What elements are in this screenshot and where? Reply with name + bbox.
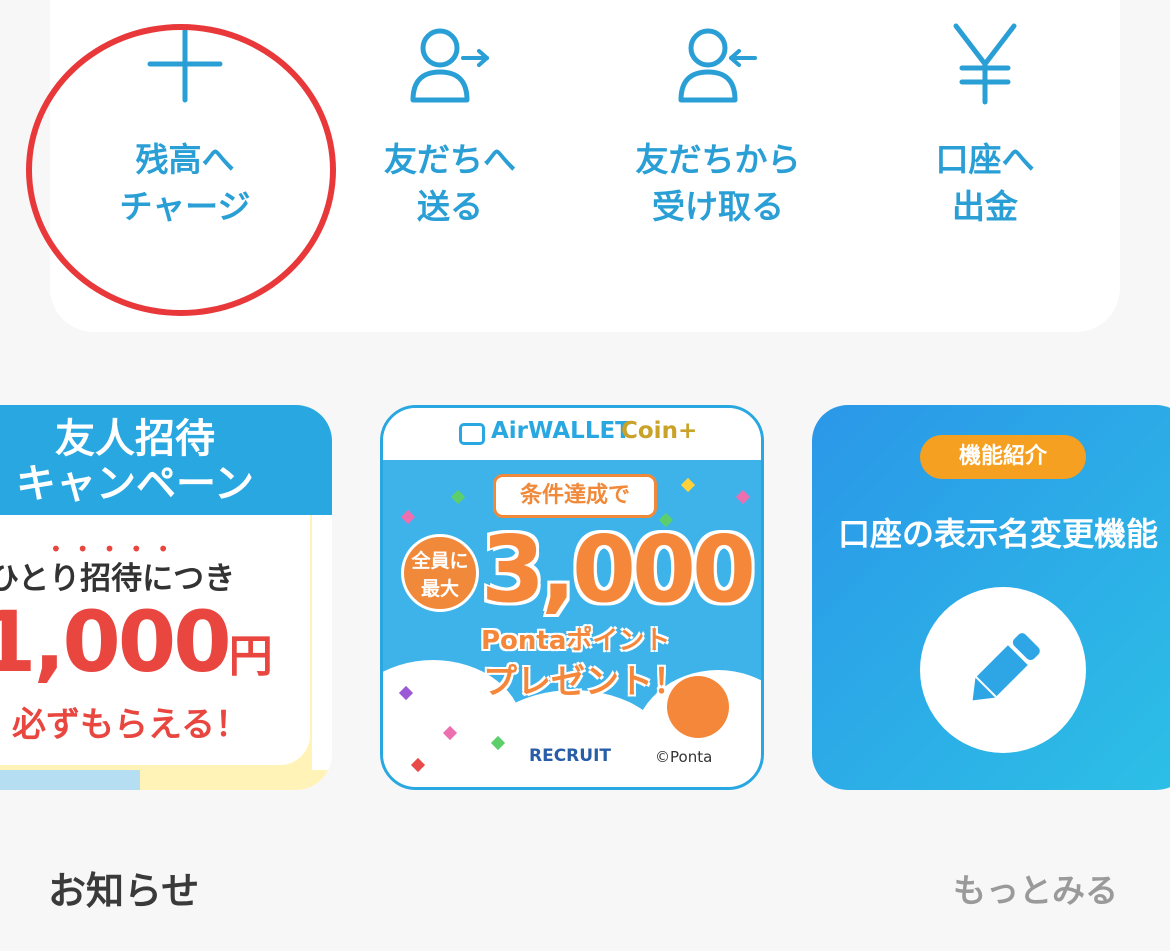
receive-from-friend-button[interactable]: 友だちから 受け取る <box>583 20 853 230</box>
withdraw-to-bank-label: 口座へ 出金 <box>935 140 1035 226</box>
plus-icon <box>147 25 223 103</box>
recruit-logo-text: RECRUIT <box>529 746 611 766</box>
confetti <box>735 489 751 505</box>
confetti <box>400 509 416 525</box>
feature-title: 口座の表示名変更機能 <box>838 515 1159 553</box>
ponta-campaign-banner[interactable]: AirWALLET Coin+ 条件達成で 全員に 最大 3,000 Ponta… <box>380 405 764 790</box>
invite-campaign-banner[interactable]: 友人招待 キャンペーン ••••• ひとり招待につき 1,000円 必ずもらえる… <box>0 405 332 790</box>
news-section-title: お知らせ <box>48 869 200 913</box>
confetti <box>680 477 696 493</box>
invite-banner-inner: ••••• ひとり招待につき 1,000円 必ずもらえる！ <box>0 515 310 765</box>
feature-tag: 機能紹介 <box>920 435 1086 479</box>
receive-from-friend-label: 友だちから 受け取る <box>635 140 801 226</box>
ponta-banner-brandbar: AirWALLET Coin+ <box>383 408 761 460</box>
invite-guarantee-text: 必ずもらえる！ <box>12 705 249 745</box>
send-user-icon <box>410 28 489 103</box>
invite-banner-strip-blue <box>0 770 140 790</box>
invite-banner-strip-yellow <box>140 770 332 790</box>
ponta-points-label: Pontaポイント <box>481 626 671 656</box>
present-label: プレゼント！ <box>483 662 687 702</box>
invite-banner-header: 友人招待 キャンペーン <box>0 405 332 515</box>
invite-banner-title: 友人招待 キャンペーン <box>16 416 254 507</box>
airwallet-logo-text: AirWALLET <box>491 418 631 444</box>
charge-balance-button[interactable]: 残高へ チャージ <box>50 20 320 230</box>
send-to-friend-label: 友だちへ 送る <box>384 140 516 226</box>
invite-amount: 1,000円 <box>0 593 273 691</box>
quick-actions-card: 残高へ チャージ 友だちへ 送る 友だちから 受け取る 口座へ 出金 <box>50 0 1120 332</box>
max-badge: 全員に 最大 <box>401 534 479 612</box>
ponta-mascot-icon <box>667 676 729 738</box>
wallet-icon <box>459 423 485 445</box>
ponta-points-amount: 3,000 <box>481 516 756 623</box>
feature-intro-banner[interactable]: 機能紹介 口座の表示名変更機能 <box>812 405 1170 790</box>
confetti <box>450 489 466 505</box>
invite-per-person-text: ひとり招待につき <box>0 561 236 597</box>
pencil-icon <box>972 633 1040 701</box>
send-to-friend-button[interactable]: 友だちへ 送る <box>315 20 585 230</box>
yen-icon <box>953 23 1017 105</box>
see-more-link[interactable]: もっとみる <box>953 864 1118 912</box>
ponta-copyright: ©Ponta <box>655 748 713 766</box>
withdraw-to-bank-button[interactable]: 口座へ 出金 <box>850 20 1120 230</box>
charge-balance-label: 残高へ チャージ <box>119 140 251 226</box>
invite-banner-body: ••••• ひとり招待につき 1,000円 必ずもらえる！ <box>0 515 312 775</box>
coin-plus-logo-text: Coin+ <box>621 418 698 444</box>
condition-tag: 条件達成で <box>493 474 657 518</box>
edit-icon-circle <box>920 587 1086 753</box>
receive-user-icon <box>678 28 757 103</box>
